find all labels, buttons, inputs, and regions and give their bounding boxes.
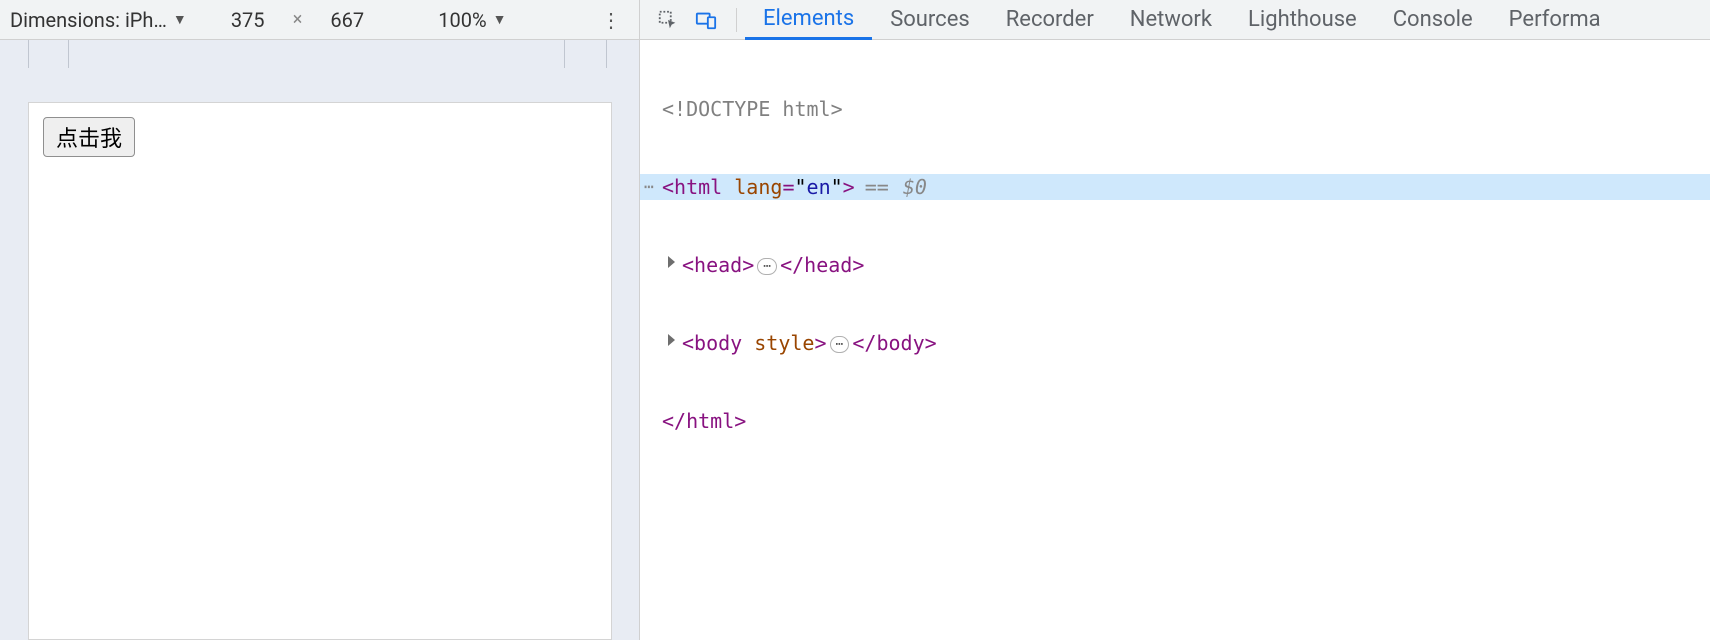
dimension-separator: × (293, 9, 303, 30)
ellipsis-icon: ⋯ (644, 174, 653, 200)
device-dropdown[interactable]: Dimensions: iPh… ▼ (10, 8, 187, 32)
dom-doctype[interactable]: <!DOCTYPE html> (640, 96, 1710, 122)
toggle-device-button[interactable] (690, 4, 722, 36)
devices-icon (695, 9, 717, 31)
device-toolbar: Dimensions: iPh… ▼ × 100% ▼ ⋮ (0, 0, 639, 40)
tab-lighthouse[interactable]: Lighthouse (1230, 0, 1375, 40)
device-viewport-area: 点击我 (0, 40, 639, 640)
tab-sources[interactable]: Sources (872, 0, 988, 40)
zoom-dropdown[interactable]: 100% ▼ (438, 8, 506, 32)
collapsed-badge[interactable]: ⋯ (757, 258, 777, 275)
chevron-down-icon: ▼ (493, 11, 507, 28)
page-click-button[interactable]: 点击我 (43, 117, 135, 157)
dom-tree[interactable]: <!DOCTYPE html> ⋯<html lang="en">==$0 <h… (640, 40, 1710, 640)
expander-icon[interactable] (668, 256, 675, 268)
width-input[interactable] (213, 8, 283, 32)
device-frame: 点击我 (28, 102, 612, 640)
tab-performance[interactable]: Performa (1491, 0, 1619, 40)
dom-html-close[interactable]: </html> (640, 408, 1710, 434)
dom-html-open[interactable]: ⋯<html lang="en">==$0 (640, 174, 1710, 200)
dimensions-label: Dimensions: iPh… (10, 8, 167, 32)
zoom-label: 100% (438, 8, 486, 32)
dom-head[interactable]: <head>⋯</head> (640, 252, 1710, 278)
divider (736, 8, 737, 32)
devtools-pane: Elements Sources Recorder Network Lighth… (640, 0, 1710, 640)
device-mode-pane: Dimensions: iPh… ▼ × 100% ▼ ⋮ 点击我 (0, 0, 640, 640)
devtools-toolbar: Elements Sources Recorder Network Lighth… (640, 0, 1710, 40)
expander-icon[interactable] (668, 334, 675, 346)
height-input[interactable] (312, 8, 382, 32)
ruler-top (0, 40, 639, 68)
dom-body[interactable]: <body style>⋯</body> (640, 330, 1710, 356)
tab-console[interactable]: Console (1375, 0, 1491, 40)
tab-network[interactable]: Network (1112, 0, 1230, 40)
more-options-button[interactable]: ⋮ (593, 4, 629, 36)
collapsed-badge[interactable]: ⋯ (830, 336, 850, 353)
inspect-element-button[interactable] (652, 4, 684, 36)
tab-elements[interactable]: Elements (745, 0, 872, 40)
kebab-icon: ⋮ (601, 8, 621, 32)
inspect-icon (657, 9, 679, 31)
chevron-down-icon: ▼ (173, 11, 187, 28)
tab-recorder[interactable]: Recorder (988, 0, 1112, 40)
